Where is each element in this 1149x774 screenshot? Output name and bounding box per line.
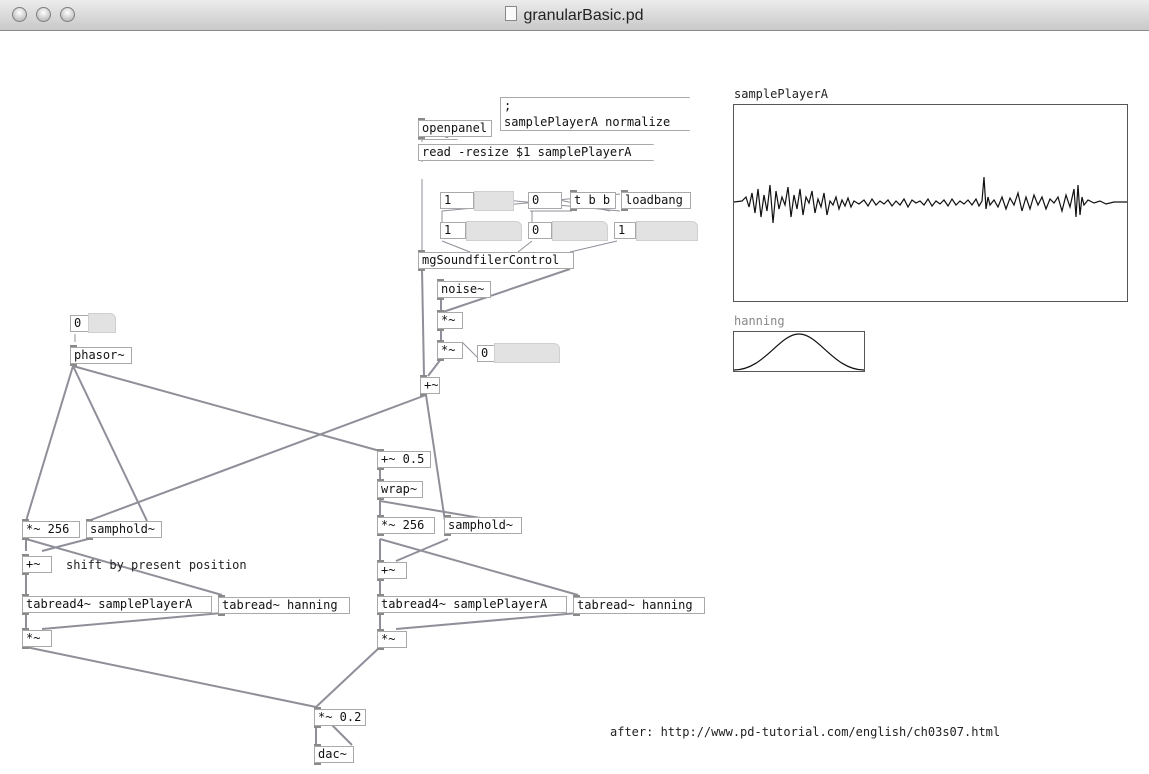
openpanel-object[interactable]: openpanel bbox=[418, 118, 492, 139]
number-box-0b-body[interactable] bbox=[552, 221, 608, 241]
right-multiply-object[interactable]: *~ bbox=[377, 629, 407, 650]
noise-object[interactable]: noise~ bbox=[437, 279, 491, 300]
title-bar: granularBasic.pd bbox=[0, 0, 1149, 31]
number-box-1b-body[interactable] bbox=[466, 221, 522, 241]
left-mul256-object[interactable]: *~ 256 bbox=[22, 519, 80, 540]
plus-main-object[interactable]: +~ bbox=[420, 375, 440, 396]
shift-comment: shift by present position bbox=[66, 558, 247, 572]
patch-canvas[interactable]: bang ; samplePlayerA normalize openpanel… bbox=[0, 31, 1149, 774]
window-title: granularBasic.pd bbox=[0, 6, 1149, 25]
left-samphold-object[interactable]: samphold~ bbox=[86, 519, 162, 540]
multiply-object-1[interactable]: *~ bbox=[437, 310, 463, 331]
number-box-1a[interactable]: 1 bbox=[440, 192, 474, 209]
normalize-message-line1: ; bbox=[504, 99, 512, 113]
sample-array-label: samplePlayerA bbox=[734, 87, 828, 101]
right-samphold-object[interactable]: samphold~ bbox=[444, 515, 522, 536]
loadbang-object[interactable]: loadbang bbox=[621, 190, 691, 211]
right-tabread4-object[interactable]: tabread4~ samplePlayerA bbox=[377, 594, 567, 615]
hanning-array-graph[interactable] bbox=[733, 331, 865, 372]
phasor-freq-number-box[interactable]: 0 bbox=[70, 315, 90, 332]
phasor-object[interactable]: phasor~ bbox=[70, 345, 132, 366]
left-plus-object[interactable]: +~ bbox=[22, 554, 52, 575]
right-plus-object[interactable]: +~ bbox=[377, 560, 407, 581]
hanning-curve bbox=[733, 333, 865, 371]
number-box-1c-body[interactable] bbox=[636, 221, 698, 241]
number-box-1b[interactable]: 1 bbox=[440, 222, 466, 239]
number-box-0b[interactable]: 0 bbox=[528, 222, 552, 239]
document-icon bbox=[505, 6, 518, 21]
left-tabread-hanning-object[interactable]: tabread~ hanning bbox=[218, 595, 350, 616]
master-gain-object[interactable]: *~ 0.2 bbox=[314, 707, 366, 728]
credit-comment: after: http://www.pd-tutorial.com/englis… bbox=[610, 725, 1001, 739]
number-box-1a-body[interactable] bbox=[474, 191, 514, 211]
sample-array-graph[interactable] bbox=[733, 104, 1128, 302]
normalize-message[interactable]: ; samplePlayerA normalize bbox=[500, 97, 690, 131]
phasor-freq-number-box-body[interactable] bbox=[88, 313, 116, 333]
dac-object[interactable]: dac~ bbox=[314, 744, 354, 765]
right-plus05-object[interactable]: +~ 0.5 bbox=[377, 449, 431, 470]
trigger-bb-object[interactable]: t b b bbox=[570, 190, 616, 211]
soundfiler-control-object[interactable]: mgSoundfilerControl bbox=[418, 250, 574, 271]
left-multiply-object[interactable]: *~ bbox=[22, 628, 52, 649]
sample-waveform bbox=[733, 176, 1127, 224]
read-message[interactable]: read -resize $1 samplePlayerA bbox=[418, 144, 654, 161]
right-wrap-object[interactable]: wrap~ bbox=[377, 479, 423, 500]
right-tabread-hanning-object[interactable]: tabread~ hanning bbox=[573, 595, 705, 616]
number-box-1c[interactable]: 1 bbox=[614, 222, 636, 239]
right-mul256-object[interactable]: *~ 256 bbox=[377, 515, 435, 536]
left-tabread4-object[interactable]: tabread4~ samplePlayerA bbox=[22, 594, 212, 615]
window-title-text: granularBasic.pd bbox=[523, 7, 644, 24]
number-box-0a[interactable]: 0 bbox=[528, 192, 562, 209]
hanning-array-label: hanning bbox=[734, 314, 785, 328]
gain-number-box-body[interactable] bbox=[494, 343, 560, 363]
normalize-message-line2: samplePlayerA normalize bbox=[504, 115, 671, 129]
multiply-object-2[interactable]: *~ bbox=[437, 340, 463, 361]
